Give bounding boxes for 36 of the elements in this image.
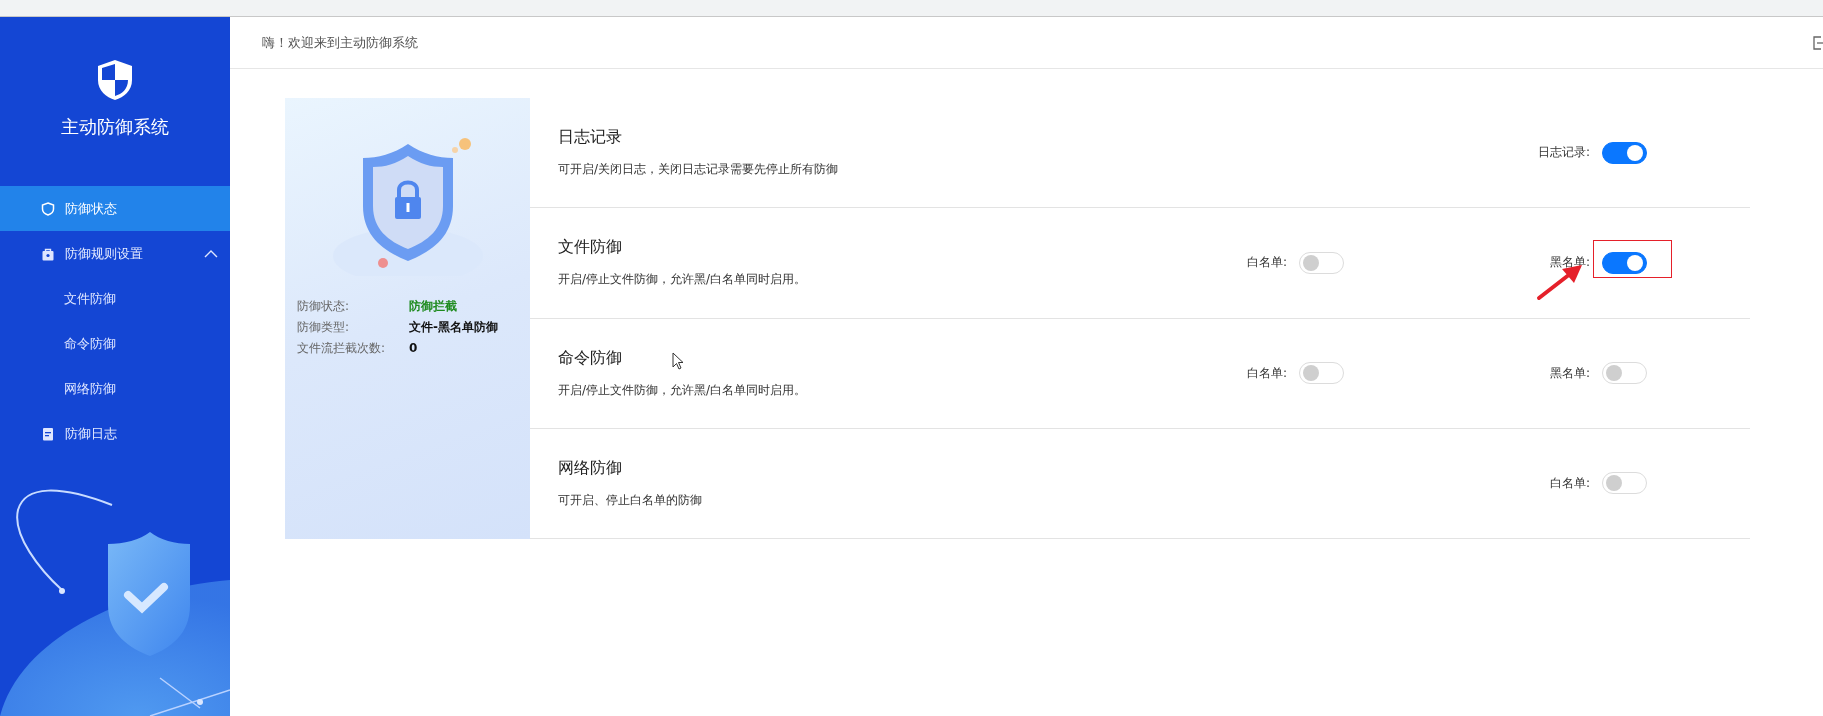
submenu-item[interactable]: 命令防御 <box>0 321 230 366</box>
section-title: 网络防御 <box>558 457 622 479</box>
field-label: 文件流拦截次数: <box>297 340 387 357</box>
section-description: 可开启/关闭日志，关闭日志记录需要先停止所有防御 <box>558 161 839 179</box>
switch-label: 白名单: <box>1549 474 1590 492</box>
field-value: 防御拦截 <box>409 298 457 315</box>
toggle-switch[interactable] <box>1602 251 1647 274</box>
mouse-cursor-icon <box>672 352 684 370</box>
document-icon <box>41 426 55 441</box>
section-title: 文件防御 <box>558 237 622 259</box>
submenu-item[interactable]: 网络防御 <box>0 366 230 411</box>
toggle-switch[interactable] <box>1602 141 1647 164</box>
switch-label: 黑名单: <box>1549 364 1590 382</box>
switch-label: 白名单: <box>1246 364 1287 382</box>
field-value: 0 <box>409 340 418 357</box>
section-title: 日志记录 <box>558 127 622 149</box>
app-title: 主动防御系统 <box>61 115 169 139</box>
switch-label: 黑名单: <box>1549 254 1590 272</box>
field-value: 文件-黑名单防御 <box>409 319 498 336</box>
field-label: 防御类型: <box>297 319 351 336</box>
welcome-text: 嗨！欢迎来到主动防御系统 <box>262 33 419 52</box>
menu-item[interactable]: 防御规则设置 <box>0 231 230 276</box>
lock-bag-icon <box>41 246 55 261</box>
logout-icon[interactable] <box>1813 35 1823 50</box>
shield-icon <box>41 201 55 216</box>
menu-item[interactable]: 防御状态 <box>0 186 230 231</box>
shield-logo-icon <box>95 58 135 102</box>
section-description: 开启/停止文件防御，允许黑/白名单同时启用。 <box>558 381 807 399</box>
section-description: 开启/停止文件防御，允许黑/白名单同时启用。 <box>558 271 807 289</box>
section-description: 可开启、停止白名单的防御 <box>558 491 702 509</box>
menu-item[interactable]: 防御日志 <box>0 411 230 456</box>
switch-label: 白名单: <box>1246 254 1287 272</box>
field-label: 防御状态: <box>297 298 351 315</box>
submenu-item[interactable]: 文件防御 <box>0 276 230 321</box>
switch-label: 日志记录: <box>1537 144 1590 162</box>
section-title: 命令防御 <box>558 347 622 369</box>
